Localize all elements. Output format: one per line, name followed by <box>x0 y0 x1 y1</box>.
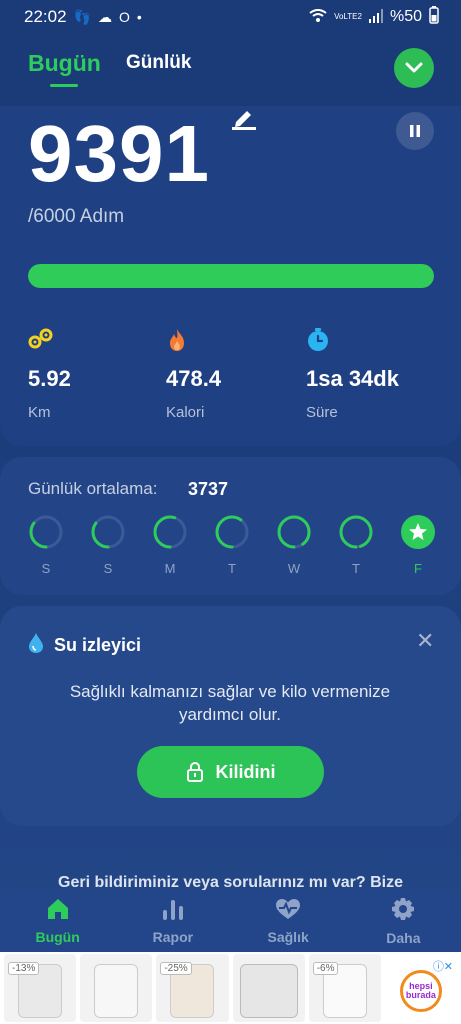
day-label: S <box>41 561 51 576</box>
status-time: 22:02 <box>24 7 67 26</box>
stat-value: 478.4 <box>166 366 222 391</box>
ad-product[interactable] <box>232 954 305 1022</box>
home-icon <box>47 898 68 919</box>
nav-report[interactable]: Rapor <box>133 898 213 945</box>
header: Bugün Günlük <box>0 40 461 102</box>
day-label: S <box>103 561 113 576</box>
stat-value: 5.92 <box>28 366 71 391</box>
heart-pulse-icon <box>276 898 301 919</box>
pause-icon <box>410 125 420 137</box>
air-fryer-image <box>239 964 298 1018</box>
ad-banner[interactable]: -13% -25% -6% ⓘ✕ hepsi burada <box>0 952 461 1024</box>
water-drop-icon <box>28 632 44 659</box>
steps-icon: 👣 <box>73 8 91 25</box>
unlock-label: Kilidini <box>215 761 276 782</box>
status-bar: 22:02 👣 ☁ O • VoLTE2 %50 <box>0 0 461 34</box>
day-progress[interactable]: W <box>276 515 312 576</box>
water-description: Sağlıklı kalmanızı sağlar ve kilo vermen… <box>69 682 391 724</box>
dot-icon: • <box>136 9 142 25</box>
steps-count: 9391 <box>28 109 210 198</box>
nav-label: Rapor <box>152 928 194 945</box>
battery-percent: %50 <box>389 8 422 25</box>
tab-today[interactable]: Bugün <box>28 50 101 77</box>
day-label: T <box>352 561 360 576</box>
stat-duration: 1sa 34dk Süre <box>306 328 436 421</box>
nav-label: Daha <box>386 929 421 946</box>
day-progress[interactable]: F <box>400 515 436 576</box>
brand-logo: hepsi burada <box>399 970 442 1012</box>
o-icon: O <box>118 9 130 25</box>
ad-product[interactable]: -25% <box>156 954 229 1022</box>
progress-ring <box>153 515 187 549</box>
discount-badge: -13% <box>8 962 40 975</box>
discount-badge: -6% <box>312 962 339 975</box>
day-progress[interactable]: S <box>90 515 126 576</box>
air-fryer-image <box>94 964 139 1018</box>
day-progress[interactable]: M <box>152 515 188 576</box>
ad-logo[interactable]: ⓘ✕ hepsi burada <box>384 954 458 1022</box>
day-label: T <box>228 561 236 576</box>
water-title-text: Su izleyici <box>54 635 142 655</box>
nav-label: Bugün <box>35 928 80 945</box>
stat-distance: 5.92 Km <box>28 328 158 421</box>
steps-card: 9391 /6000 Adım 5.92 Km 478.4 Kalori 1sa… <box>0 106 461 446</box>
edit-icon[interactable] <box>232 108 256 135</box>
battery-icon <box>429 5 439 29</box>
progress-ring <box>91 515 125 549</box>
unlock-button[interactable]: Kilidini <box>137 746 324 798</box>
steps-progress-fill <box>28 264 434 288</box>
discount-badge: -25% <box>160 962 192 975</box>
nav-label: Sağlık <box>267 928 309 945</box>
daily-average-card[interactable]: Günlük ortalama: 3737 S S M T W T F <box>0 457 461 595</box>
daily-average-label: Günlük ortalama: <box>28 479 158 498</box>
flame-icon <box>166 328 296 354</box>
star-icon <box>401 515 435 549</box>
close-icon[interactable]: ✕ <box>416 628 434 654</box>
pause-button[interactable] <box>396 112 434 150</box>
clock-icon <box>306 328 436 354</box>
stat-label: Kalori <box>166 404 205 421</box>
cloud-icon: ☁ <box>97 8 112 25</box>
steps-progress-bar <box>28 264 434 288</box>
stat-label: Km <box>28 404 51 421</box>
nav-today[interactable]: Bugün <box>18 898 98 945</box>
steps-goal: /6000 Adım <box>28 206 125 227</box>
signal-icon <box>368 8 383 26</box>
daily-average-value: 3737 <box>188 479 229 499</box>
day-label: W <box>287 561 301 576</box>
day-progress[interactable]: T <box>214 515 250 576</box>
ad-info-icon[interactable]: ⓘ✕ <box>433 958 453 974</box>
ad-product[interactable]: -13% <box>4 954 77 1022</box>
progress-ring <box>29 515 63 549</box>
tab-underline <box>50 84 78 87</box>
water-tracker-card: Su izleyici ✕ Sağlıklı kalmanızı sağlar … <box>0 606 461 826</box>
progress-ring <box>339 515 373 549</box>
distance-icon <box>28 328 158 354</box>
ad-product[interactable] <box>80 954 153 1022</box>
bottom-nav: Bugün Rapor Sağlık Daha <box>0 890 461 952</box>
day-label: M <box>164 561 176 576</box>
expand-button[interactable] <box>394 48 434 88</box>
bar-chart-icon <box>162 899 183 920</box>
stat-label: Süre <box>306 404 338 421</box>
chevron-down-icon <box>405 62 423 73</box>
stat-value: 1sa 34dk <box>306 366 399 391</box>
tab-daily[interactable]: Günlük <box>126 52 191 74</box>
gear-icon <box>392 897 415 920</box>
ad-product[interactable]: -6% <box>308 954 381 1022</box>
wifi-icon <box>309 8 327 26</box>
progress-ring <box>215 515 249 549</box>
lock-icon <box>186 762 203 782</box>
nav-health[interactable]: Sağlık <box>248 898 328 945</box>
network-label: VoLTE2 <box>334 12 362 21</box>
day-progress[interactable]: S <box>28 515 64 576</box>
progress-ring <box>277 515 311 549</box>
water-title: Su izleyici <box>28 632 141 659</box>
day-progress[interactable]: T <box>338 515 374 576</box>
stat-calories: 478.4 Kalori <box>166 328 296 421</box>
nav-more[interactable]: Daha <box>363 897 443 946</box>
day-label: F <box>414 561 422 576</box>
